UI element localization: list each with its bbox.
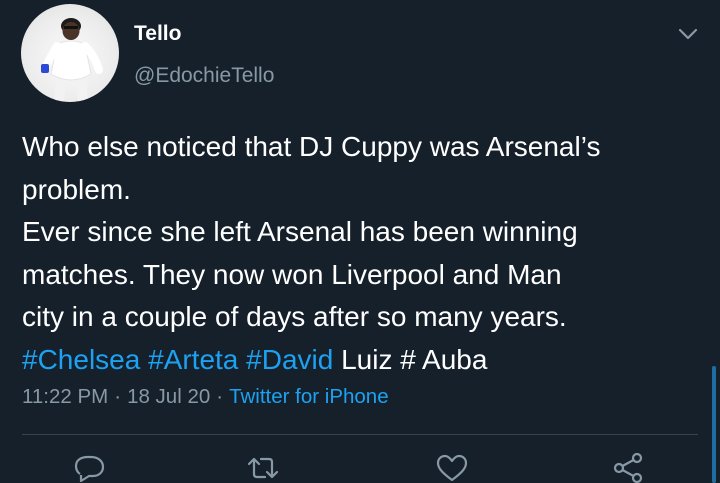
- tweet-text-segment: Luiz # Auba: [333, 343, 488, 375]
- tweet-time: 11:22 PM: [22, 385, 109, 408]
- tweet-text-segment: problem.: [22, 173, 131, 205]
- tweet-text-segment: Who else noticed that DJ Cuppy was Arsen…: [22, 131, 601, 162]
- meta-separator: ·: [114, 385, 122, 408]
- chevron-down-icon[interactable]: [676, 24, 700, 44]
- tweet-text-segment: [140, 344, 148, 375]
- tweet-text-segment: city in a couple of days after so many y…: [22, 301, 567, 332]
- divider: [22, 434, 698, 435]
- heart-icon[interactable]: [432, 452, 472, 483]
- reply-icon[interactable]: [69, 452, 109, 483]
- display-name[interactable]: Tello: [134, 22, 181, 46]
- tweet-text-line: city in a couple of days after so many y…: [22, 296, 702, 339]
- tweet-text-line: problem.: [22, 169, 702, 212]
- tweet-text: Who else noticed that DJ Cuppy was Arsen…: [22, 126, 702, 381]
- meta-separator: ·: [216, 385, 224, 408]
- scrollbar[interactable]: [712, 366, 716, 483]
- share-icon[interactable]: [608, 452, 648, 483]
- hashtag-link[interactable]: #David: [246, 344, 333, 375]
- tweet-date: 18 Jul 20: [127, 385, 211, 408]
- action-bar: [0, 452, 720, 483]
- tweet-source-link[interactable]: Twitter for iPhone: [229, 385, 389, 408]
- tweet-text-segment: [238, 344, 246, 375]
- hashtag-link[interactable]: #Chelsea: [22, 344, 140, 375]
- avatar-photo: [41, 18, 103, 102]
- tweet-detail: Tello @EdochieTello Who else noticed tha…: [0, 0, 720, 483]
- user-handle[interactable]: @EdochieTello: [134, 64, 274, 88]
- avatar[interactable]: [21, 4, 119, 102]
- tweet-text-line: Who else noticed that DJ Cuppy was Arsen…: [22, 126, 702, 169]
- retweet-icon[interactable]: [243, 452, 283, 483]
- tweet-text-segment: matches. They now won Liverpool and Man: [22, 258, 562, 290]
- tweet-text-segment: Ever since she left Arsenal has been win…: [22, 216, 578, 247]
- tweet-text-line: Ever since she left Arsenal has been win…: [22, 211, 702, 254]
- tweet-meta: 11:22 PM · 18 Jul 20 · Twitter for iPhone: [22, 385, 389, 409]
- tweet-text-line: matches. They now won Liverpool and Man: [22, 254, 702, 297]
- hashtag-link[interactable]: #Arteta: [148, 344, 238, 375]
- tweet-text-line: #Chelsea #Arteta #David Luiz # Auba: [22, 339, 702, 382]
